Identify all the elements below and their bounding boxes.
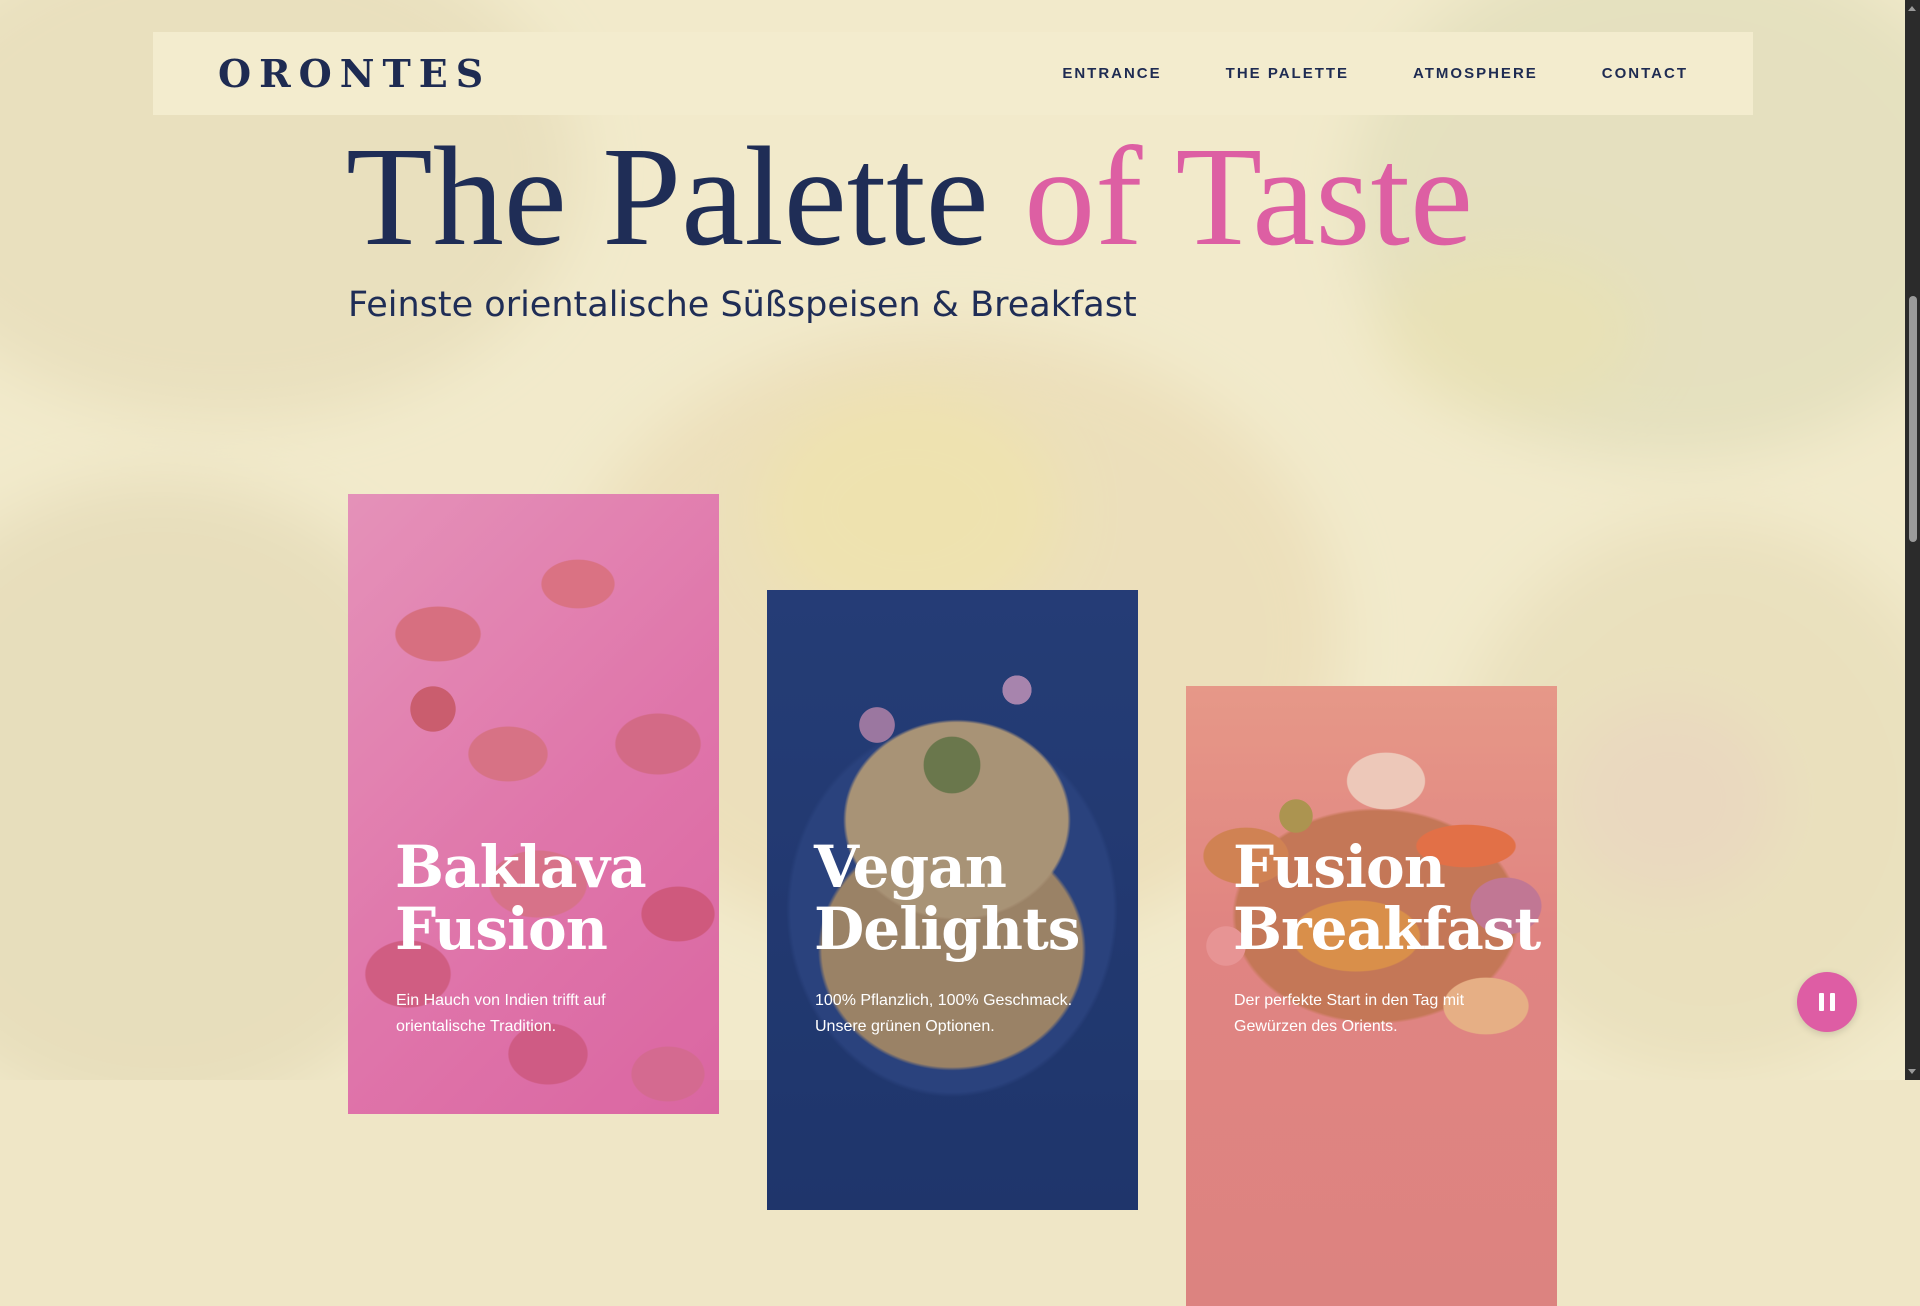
scroll-down-arrow-icon[interactable]	[1908, 1069, 1916, 1074]
nav-link-entrance[interactable]: ENTRANCE	[1062, 65, 1161, 82]
pause-icon	[1816, 993, 1838, 1011]
card-title-line1: Vegan	[814, 833, 1007, 901]
card-title-line2: Delights	[814, 895, 1080, 963]
card-fusion-breakfast[interactable]: Fusion Breakfast Der perfekte Start in de…	[1186, 686, 1557, 1306]
card-description: Der perfekte Start in den Tag mit Gewürz…	[1234, 992, 1465, 1035]
card-title-line1: Fusion	[1233, 833, 1446, 901]
card-vegan-delights[interactable]: Vegan Delights 100% Pflanzlich, 100% Gesc…	[767, 590, 1138, 1210]
hero-title: The Palette of Taste	[346, 118, 1473, 274]
card-description: 100% Pflanzlich, 100% Geschmack. Unsere …	[815, 992, 1073, 1035]
scrollbar-thumb[interactable]	[1909, 296, 1917, 542]
pause-button[interactable]	[1797, 972, 1857, 1032]
card-title: Baklava Fusion	[395, 833, 647, 963]
hero-title-accent: of Taste	[1024, 117, 1473, 275]
card-description: Ein Hauch von Indien trifft auf oriental…	[396, 992, 606, 1035]
logo[interactable]: ORONTES	[218, 51, 491, 96]
nav-link-atmosphere[interactable]: ATMOSPHERE	[1413, 65, 1538, 82]
page-scrollbar[interactable]	[1905, 0, 1920, 1080]
nav-link-contact[interactable]: CONTACT	[1602, 65, 1688, 82]
hero-subtitle: Feinste orientalische Süßspeisen & Break…	[348, 285, 1137, 325]
card-title-line1: Baklava	[395, 833, 647, 901]
nav-link-the-palette[interactable]: THE PALETTE	[1226, 65, 1349, 82]
site-header: ORONTES ENTRANCE THE PALETTE ATMOSPHERE …	[153, 32, 1753, 115]
main-nav: ENTRANCE THE PALETTE ATMOSPHERE CONTACT	[1062, 65, 1688, 82]
hero-title-main: The Palette	[346, 117, 989, 275]
card-title-line2: Breakfast	[1233, 895, 1541, 963]
card-title-line2: Fusion	[395, 895, 608, 963]
card-title: Vegan Delights	[814, 833, 1080, 963]
card-title: Fusion Breakfast	[1233, 833, 1541, 963]
scroll-up-arrow-icon[interactable]	[1908, 6, 1916, 11]
card-baklava-fusion[interactable]: Baklava Fusion Ein Hauch von Indien triff…	[348, 494, 719, 1114]
